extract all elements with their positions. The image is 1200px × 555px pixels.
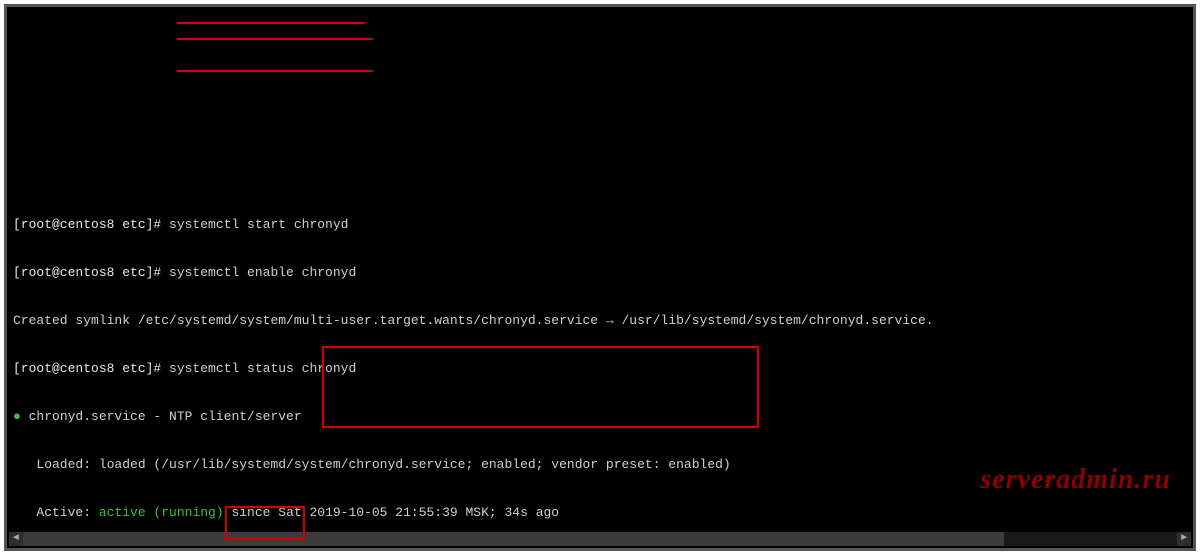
terminal-window[interactable]: [root@centos8 etc]# systemctl start chro… <box>4 4 1196 551</box>
symlink-output: Created symlink /etc/systemd/system/mult… <box>13 313 934 328</box>
active-label: Active: <box>13 505 99 520</box>
prompt: [root@centos8 etc]# <box>13 361 169 376</box>
active-status: active (running) <box>99 505 224 520</box>
scrollbar-track[interactable] <box>23 532 1177 546</box>
watermark-text: serveradmin.ru <box>980 472 1171 488</box>
service-name: chronyd.service - NTP client/server <box>21 409 302 424</box>
underline-annotation-3 <box>177 70 373 72</box>
scrollbar-left-button[interactable]: ◄ <box>9 532 23 546</box>
highlight-box-ntp <box>225 506 305 540</box>
cmd-enable-chronyd: systemctl enable chronyd <box>169 265 356 280</box>
cmd-start-chronyd: systemctl start chronyd <box>169 217 348 232</box>
scrollbar-right-button[interactable]: ► <box>1177 532 1191 546</box>
prompt: [root@centos8 etc]# <box>13 265 169 280</box>
highlight-box-logs <box>322 346 759 428</box>
active-dot-icon: ● <box>13 409 21 424</box>
underline-annotation-2 <box>177 38 373 40</box>
prompt: [root@centos8 etc]# <box>13 217 169 232</box>
scrollbar-thumb[interactable] <box>23 532 1004 546</box>
underline-annotation-1 <box>177 22 365 24</box>
